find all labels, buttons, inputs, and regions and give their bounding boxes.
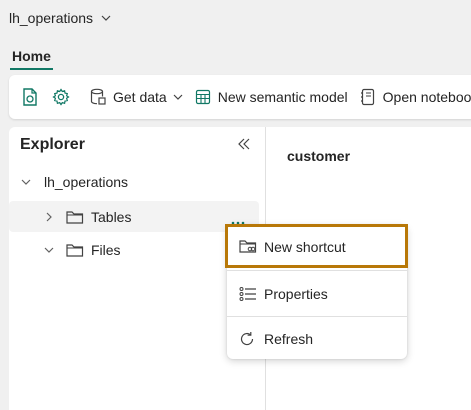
collapse-pane-icon[interactable] (237, 137, 251, 156)
table-icon (193, 87, 213, 107)
tree-item-label: Tables (91, 208, 132, 225)
folder-icon (66, 210, 84, 224)
get-data-button[interactable]: Get data (88, 87, 183, 107)
table-title: customer (287, 148, 351, 164)
tree-item-files[interactable]: Files (9, 235, 259, 265)
menu-item-label: New shortcut (264, 239, 346, 255)
menu-item-properties[interactable]: Properties (227, 272, 407, 316)
tree-item-tables[interactable]: Tables (9, 201, 259, 232)
workspace-name: lh_operations (9, 10, 94, 26)
chevron-down-icon (101, 15, 111, 21)
explorer-title: Explorer (20, 136, 85, 153)
context-menu: New shortcut Properties Refresh (227, 225, 407, 359)
open-notebook-label: Open notebook (382, 89, 471, 105)
menu-item-refresh[interactable]: Refresh (227, 317, 407, 361)
notebook-icon (358, 87, 378, 107)
folder-icon (66, 243, 84, 257)
chevron-down-icon[interactable] (21, 179, 31, 185)
chevron-right-icon[interactable] (46, 212, 52, 222)
new-semantic-model-button[interactable]: New semantic model (193, 87, 348, 107)
tree-item-label: Files (91, 242, 121, 258)
ribbon-tabs: Home (0, 40, 471, 70)
tree-root-lakehouse[interactable]: lh_operations (9, 167, 259, 197)
new-semantic-model-label: New semantic model (217, 89, 348, 105)
settings-gear-icon[interactable] (52, 87, 70, 107)
folder-link-icon (239, 239, 257, 255)
get-data-label: Get data (113, 89, 167, 105)
menu-divider (227, 270, 407, 271)
menu-item-label: Refresh (264, 331, 314, 347)
ribbon-toolbar: Get data New semantic model Open noteboo… (9, 75, 471, 119)
refresh-lakehouse-icon[interactable] (21, 87, 39, 107)
tab-home[interactable]: Home (10, 48, 53, 70)
menu-item-new-shortcut[interactable]: New shortcut (227, 225, 407, 269)
tree-root-label: lh_operations (44, 174, 129, 190)
refresh-icon (239, 331, 255, 347)
chevron-down-icon[interactable] (44, 247, 54, 253)
menu-item-label: Properties (264, 286, 328, 302)
chevron-down-icon (173, 94, 183, 100)
database-icon (88, 87, 108, 107)
list-icon (239, 286, 257, 302)
workspace-switcher[interactable]: lh_operations (0, 0, 471, 36)
open-notebook-button[interactable]: Open notebook (358, 87, 471, 107)
